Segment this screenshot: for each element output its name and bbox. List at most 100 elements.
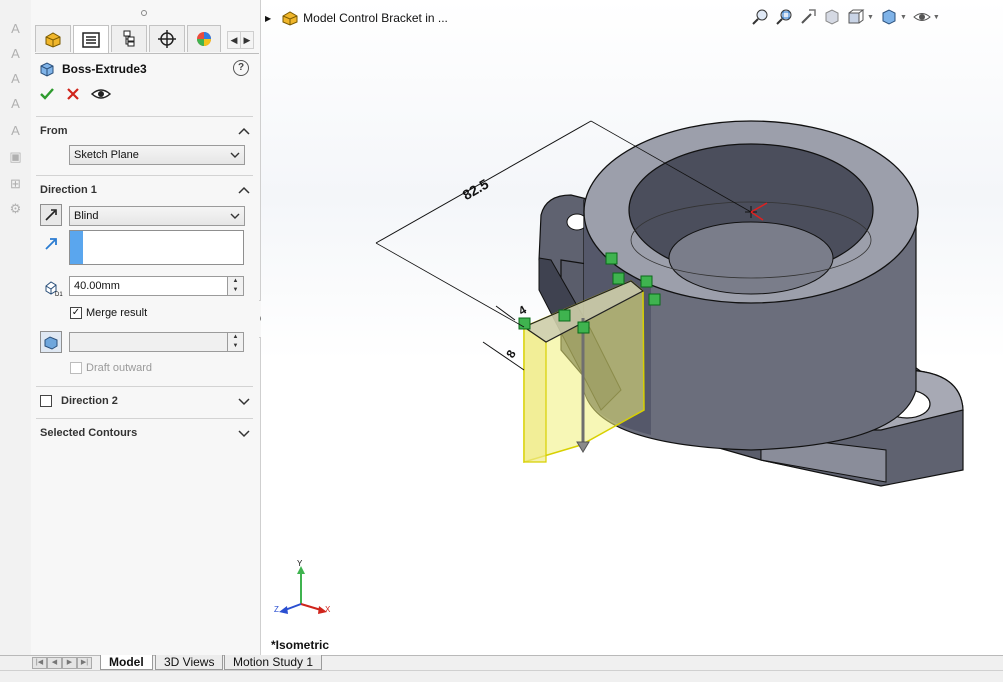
- heads-up-view-toolbar: ▼ ▼ ▼: [751, 7, 940, 27]
- display-style-icon[interactable]: [880, 8, 898, 26]
- chevron-down-icon[interactable]: [237, 426, 251, 440]
- weld-symbol-icon[interactable]: A: [7, 122, 24, 139]
- hole-callout-icon[interactable]: ⚙: [7, 200, 24, 217]
- selected-contours-header[interactable]: Selected Contours: [40, 423, 251, 443]
- tab-3d-views[interactable]: 3D Views: [155, 655, 224, 670]
- extrude-preview-front: [523, 325, 547, 463]
- end-condition-dropdown[interactable]: Blind: [69, 206, 245, 226]
- selected-contours-label: Selected Contours: [40, 427, 138, 439]
- graphics-area[interactable]: 82.5 4 8 ▶ Model Control Bracket in ...: [261, 0, 1003, 655]
- from-section-label: From: [40, 125, 68, 137]
- direction-vector-icon: [45, 238, 57, 250]
- expand-tree-icon[interactable]: ▶: [265, 14, 271, 23]
- relation-marker-icon[interactable]: [605, 252, 618, 265]
- start-condition-dropdown[interactable]: Sketch Plane: [69, 145, 245, 165]
- tab-property-manager[interactable]: [73, 25, 109, 53]
- zoom-to-fit-icon[interactable]: [751, 8, 769, 26]
- relation-marker-icon[interactable]: [577, 321, 590, 334]
- direction-selection-box[interactable]: [69, 230, 244, 265]
- cancel-x-icon[interactable]: [65, 86, 81, 102]
- view-orientation-caret-icon[interactable]: ▼: [867, 14, 874, 21]
- balloon-icon[interactable]: A: [7, 70, 24, 87]
- draft-spin-buttons[interactable]: ▲ ▼: [227, 333, 243, 351]
- dimension-short-b-text[interactable]: 8: [503, 347, 519, 360]
- depth-drag-arrowhead[interactable]: [576, 441, 590, 453]
- view-name-label: *Isometric: [271, 638, 330, 652]
- display-style-caret-icon[interactable]: ▼: [900, 14, 907, 21]
- chevron-down-icon[interactable]: [237, 394, 251, 408]
- feature-title: Boss-Extrude3: [62, 62, 147, 76]
- relation-marker-icon[interactable]: [640, 275, 653, 288]
- depth-spin-buttons[interactable]: ▲ ▼: [227, 277, 243, 295]
- reverse-direction-icon: [45, 209, 57, 221]
- panel-grip[interactable]: [141, 10, 147, 16]
- previous-view-icon[interactable]: [799, 8, 817, 26]
- preview-eye-icon[interactable]: [91, 86, 111, 102]
- direction1-section-label: Direction 1: [40, 184, 97, 196]
- tab-scroll-right-icon[interactable]: ▶: [240, 31, 254, 49]
- tab-motion-study-1[interactable]: Motion Study 1: [224, 655, 323, 670]
- draft-toggle-button[interactable]: [40, 331, 62, 353]
- surface-finish-icon[interactable]: A: [7, 95, 24, 112]
- document-name[interactable]: Model Control Bracket in ...: [303, 11, 448, 25]
- draft-outward-checkbox[interactable]: [70, 362, 82, 374]
- tab-dimxpert-manager[interactable]: [149, 25, 185, 52]
- hide-show-items-icon[interactable]: [913, 8, 931, 26]
- part-model[interactable]: 82.5 4 8: [261, 0, 1003, 655]
- draft-icon: [44, 336, 58, 350]
- direction2-section-header[interactable]: Direction 2: [40, 391, 251, 411]
- tab-scroll-left-icon[interactable]: ◀: [227, 31, 241, 49]
- from-section-header[interactable]: From: [40, 121, 251, 141]
- geometric-tolerance-icon[interactable]: ⊞: [7, 175, 24, 192]
- coordinate-triad: Y X Z: [274, 560, 331, 614]
- next-tab-icon[interactable]: ▶: [62, 657, 77, 669]
- bore-inner-step: [668, 221, 834, 295]
- triad-z-label: Z: [274, 605, 279, 614]
- end-condition-value: Blind: [74, 210, 99, 222]
- section-divider: [36, 386, 253, 387]
- triad-y-label: Y: [297, 560, 303, 568]
- chevron-down-icon: [230, 213, 240, 219]
- dimxpert-icon: [158, 30, 176, 48]
- draft-angle-input[interactable]: ▲ ▼: [69, 332, 244, 352]
- note-icon[interactable]: A: [7, 45, 24, 62]
- relation-marker-icon[interactable]: [518, 317, 531, 330]
- document-breadcrumb[interactable]: ▶ Model Control Bracket in ...: [265, 9, 448, 27]
- help-icon[interactable]: ?: [233, 60, 249, 76]
- chevron-up-icon[interactable]: [237, 124, 251, 138]
- extension-line: [375, 242, 525, 328]
- annotation-icon[interactable]: A: [7, 20, 24, 37]
- reverse-direction-button[interactable]: [40, 204, 62, 226]
- merge-result-checkbox[interactable]: ✓: [70, 307, 82, 319]
- depth-icon-label: D1: [55, 292, 63, 297]
- prev-tab-icon[interactable]: ◀: [47, 657, 62, 669]
- tab-feature-manager[interactable]: [35, 25, 71, 52]
- start-condition-value: Sketch Plane: [74, 149, 139, 161]
- ok-check-icon[interactable]: [39, 86, 55, 102]
- section-divider: [36, 418, 253, 419]
- view-orientation-icon[interactable]: [847, 8, 865, 26]
- section-view-icon[interactable]: [823, 8, 841, 26]
- chevron-up-icon[interactable]: [237, 183, 251, 197]
- direction2-section-label: Direction 2: [61, 395, 118, 407]
- datum-icon[interactable]: ▣: [7, 148, 24, 165]
- dimension-short-a-text[interactable]: 4: [516, 302, 529, 318]
- display-manager-icon: [197, 32, 211, 46]
- property-manager-icon: [82, 31, 100, 48]
- merge-result-label: Merge result: [86, 307, 148, 319]
- relation-marker-icon[interactable]: [612, 272, 625, 285]
- zoom-to-area-icon[interactable]: [775, 8, 793, 26]
- relation-marker-icon[interactable]: [558, 309, 571, 322]
- first-tab-icon[interactable]: |◀: [32, 657, 47, 669]
- direction1-section-header[interactable]: Direction 1: [40, 180, 251, 200]
- direction2-checkbox[interactable]: [40, 395, 52, 407]
- relation-marker-icon[interactable]: [648, 293, 661, 306]
- tab-configuration-manager[interactable]: [111, 25, 147, 52]
- hide-show-caret-icon[interactable]: ▼: [933, 14, 940, 21]
- extrude-feature-icon: [40, 62, 54, 77]
- last-tab-icon[interactable]: ▶|: [77, 657, 92, 669]
- depth-spin-input[interactable]: 40.00mm ▲ ▼: [69, 276, 244, 296]
- tab-display-manager[interactable]: [187, 25, 221, 52]
- tab-model[interactable]: Model: [100, 655, 153, 670]
- chevron-down-icon: [230, 152, 240, 158]
